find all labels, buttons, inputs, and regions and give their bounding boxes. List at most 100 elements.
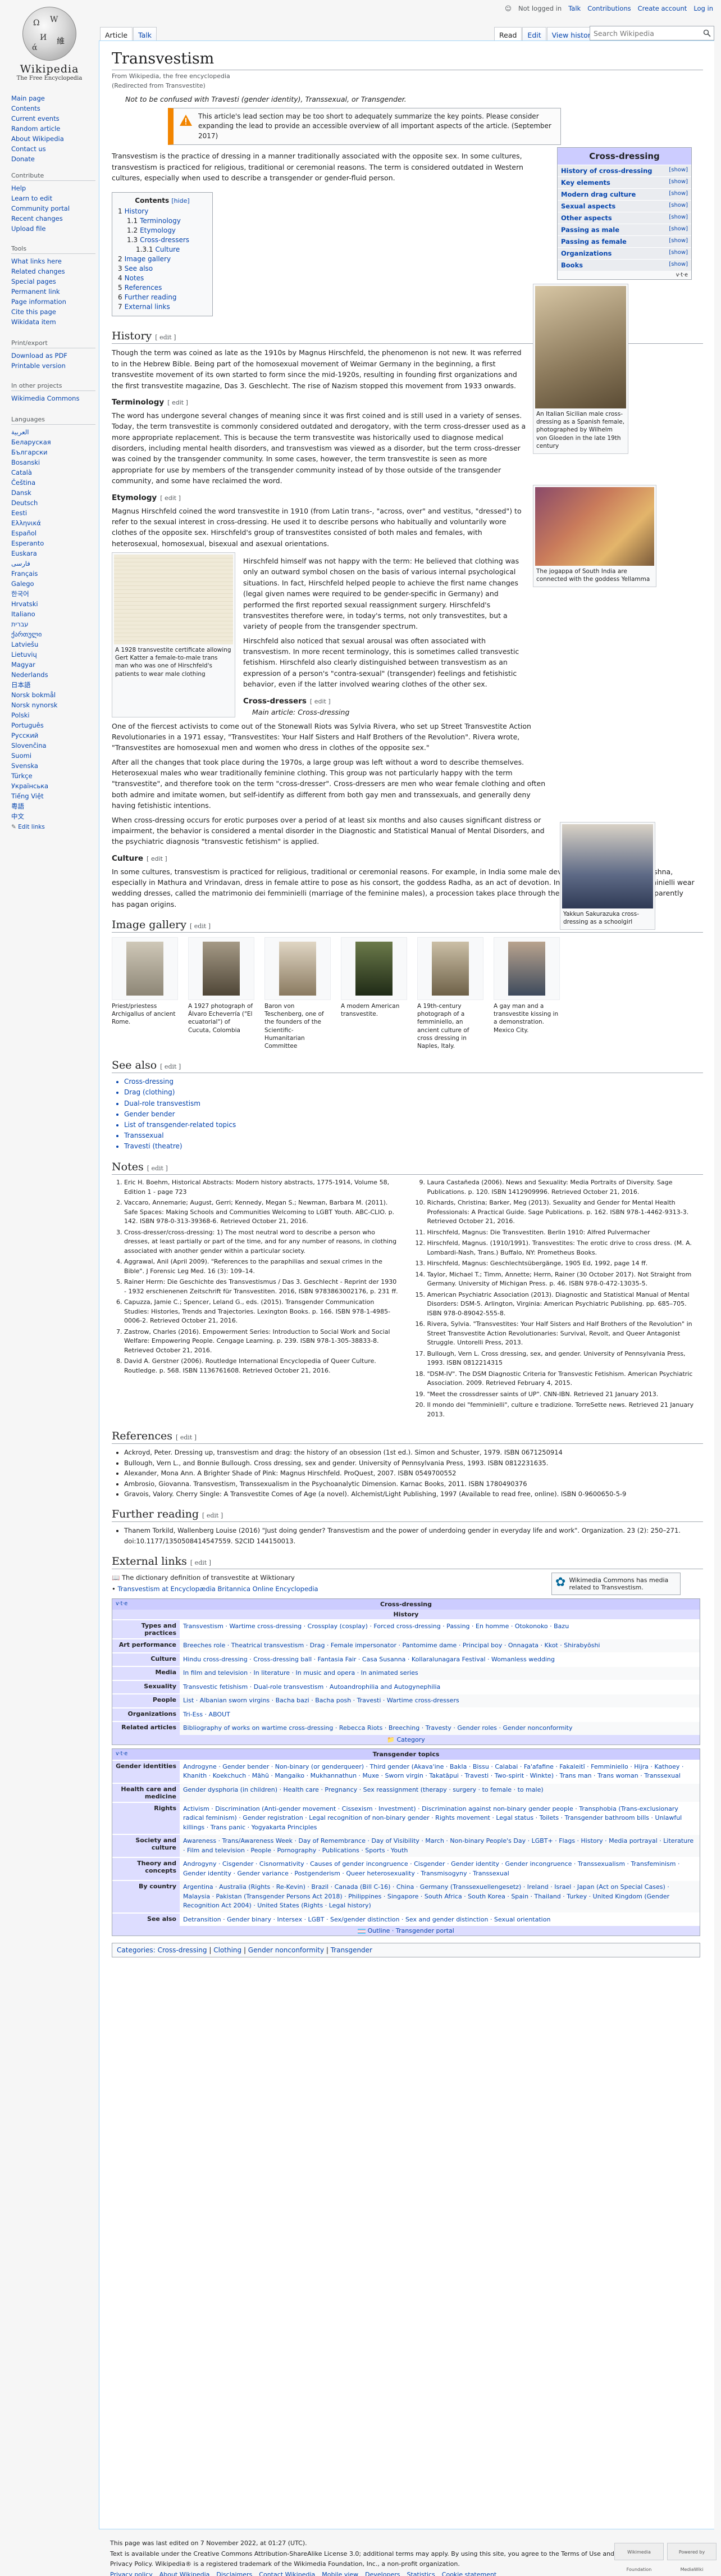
edit-link[interactable]: [ edit ] (190, 1559, 211, 1566)
row-label[interactable]: Books (561, 261, 583, 269)
navbox-group-links[interactable]: Gender dysphoria (in children) · Health … (180, 1783, 700, 1802)
wikimedia-logo[interactable]: Wikimedia Foundation (614, 2543, 664, 2572)
language-link[interactable]: فارسی (11, 558, 95, 569)
show-toggle[interactable]: [show] (669, 226, 688, 234)
language-link[interactable]: Nederlands (11, 670, 95, 680)
navbox-group-label[interactable]: Theory and concepts (112, 1858, 180, 1880)
navbox-subtitle[interactable]: History (112, 1610, 700, 1620)
navbox-group-links[interactable]: Argentina · Australia (Rights · Re-Kevin… (180, 1881, 700, 1912)
navbox-group-label[interactable]: Media (112, 1667, 180, 1680)
show-toggle[interactable]: [show] (669, 190, 688, 198)
gallery-item[interactable]: A 1927 photograph of Álvaro Echeverría (… (188, 937, 254, 1050)
language-link[interactable]: Беларуская (11, 437, 95, 447)
toc-item[interactable]: 5 References (118, 283, 207, 293)
toc-item[interactable]: 6 Further reading (118, 293, 207, 302)
language-link[interactable]: Euskara (11, 548, 95, 558)
show-toggle[interactable]: [show] (669, 261, 688, 269)
sidebar-collapsible-row[interactable]: Key elements [show] (558, 176, 691, 189)
navbox-group-label[interactable]: Types and practices (112, 1620, 180, 1639)
see-also-item[interactable]: Drag (clothing) (124, 1087, 703, 1098)
category-item[interactable]: Gender nonconformity (248, 1946, 324, 1954)
toc-label[interactable]: Notes (125, 274, 144, 282)
sidebar-item-contact[interactable]: Contact us (11, 144, 95, 154)
row-label[interactable]: Other aspects (561, 214, 612, 222)
edit-link[interactable]: [ edit ] (190, 923, 211, 930)
category-link[interactable]: 📁 Category (112, 1734, 700, 1744)
language-link[interactable]: العربية (11, 427, 95, 437)
language-link[interactable]: 中文 (11, 811, 95, 821)
edit-link[interactable]: [ edit ] (147, 855, 167, 862)
language-link[interactable]: Galego (11, 579, 95, 589)
toc-label[interactable]: History (125, 207, 149, 215)
sidebar-item-download-pdf[interactable]: Download as PDF (11, 351, 95, 361)
sidebar-item-permanent-link[interactable]: Permanent link (11, 287, 95, 297)
footer-link[interactable]: Contact Wikipedia (259, 2571, 315, 2576)
toc-label[interactable]: Terminology (140, 217, 181, 225)
tab-read[interactable]: Read (494, 27, 522, 42)
edit-link[interactable]: [ edit ] (160, 1063, 181, 1070)
toc-label[interactable]: Culture (156, 246, 180, 253)
toc-label[interactable]: Image gallery (125, 255, 171, 263)
toc-item[interactable]: 1.2 Etymology (118, 226, 207, 235)
sidebar-collapsible-row[interactable]: Books [show] (558, 259, 691, 271)
navbox-group-label[interactable]: Related articles (112, 1722, 180, 1735)
navbox-group-links[interactable]: Activism · Discrimination (Anti-gender m… (180, 1802, 700, 1834)
gallery-item[interactable]: A 19th-century photograph of a femminiel… (417, 937, 483, 1050)
row-label[interactable]: History of cross-dressing (561, 167, 652, 175)
show-toggle[interactable]: [show] (669, 167, 688, 175)
navbox-group-label[interactable]: By country (112, 1881, 180, 1912)
see-also-item[interactable]: Transsexual (124, 1130, 703, 1141)
contributions-link[interactable]: Contributions (587, 4, 631, 12)
language-link[interactable]: Eesti (11, 508, 95, 518)
language-link[interactable]: Magyar (11, 660, 95, 670)
language-link[interactable]: 粵語 (11, 801, 95, 811)
toc-label[interactable]: Further reading (125, 293, 177, 301)
show-toggle[interactable]: [show] (669, 214, 688, 222)
toc-item[interactable]: 1.3.1 Culture (118, 245, 207, 255)
sidebar-item-page-info[interactable]: Page information (11, 297, 95, 307)
footer-link[interactable]: Statistics (407, 2571, 435, 2576)
edit-links[interactable]: ✎ Edit links (11, 824, 95, 830)
language-link[interactable]: Norsk bokmål (11, 690, 95, 700)
edit-link[interactable]: [ edit ] (176, 1434, 197, 1441)
navbox-group-label[interactable]: Rights (112, 1802, 180, 1834)
language-link[interactable]: Dansk (11, 488, 95, 498)
navbox-group-links[interactable]: In film and television · In literature ·… (180, 1667, 700, 1680)
toc-item[interactable]: 1.3 Cross-dressers (118, 235, 207, 245)
sidebar-item-donate[interactable]: Donate (11, 154, 95, 164)
search-input[interactable] (590, 26, 714, 40)
language-link[interactable]: Français (11, 569, 95, 579)
navbox-group-links[interactable]: List · Albanian sworn virgins · Bacha ba… (180, 1694, 700, 1707)
navbox-group-label[interactable]: Society and culture (112, 1835, 180, 1857)
show-toggle[interactable]: [show] (669, 238, 688, 246)
sidebar-collapsible-row[interactable]: Other aspects [show] (558, 212, 691, 224)
toc-item[interactable]: 4 Notes (118, 274, 207, 283)
language-link[interactable]: עברית (11, 619, 95, 629)
photo-certificate[interactable] (114, 555, 233, 645)
language-link[interactable]: Català (11, 467, 95, 478)
toc-label[interactable]: External links (125, 303, 170, 311)
language-link[interactable]: Español (11, 528, 95, 538)
photo-schoolgirl[interactable] (562, 824, 653, 908)
language-link[interactable]: Norsk nynorsk (11, 700, 95, 710)
navbox-group-links[interactable]: Androgyny · Cisgender · Cisnormativity ·… (180, 1858, 700, 1880)
sidebar-item-commons[interactable]: Wikimedia Commons (11, 393, 95, 403)
navbox-group-label[interactable]: Sexuality (112, 1680, 180, 1694)
language-link[interactable]: Svenska (11, 761, 95, 771)
gallery-item[interactable]: Priest/priestess Archigallus of ancient … (112, 937, 178, 1050)
redirect-note[interactable]: (Redirected from Transvestite) (112, 82, 703, 89)
see-also-item[interactable]: Cross-dressing (124, 1076, 703, 1087)
navbox-group-label[interactable]: Health care and medicine (112, 1783, 180, 1802)
language-link[interactable]: Ελληνικά (11, 518, 95, 528)
language-link[interactable]: Български (11, 447, 95, 457)
toc-item[interactable]: 1.1 Terminology (118, 216, 207, 226)
sidebar-item-cite[interactable]: Cite this page (11, 307, 95, 317)
sidebar-item-recent-changes[interactable]: Recent changes (11, 213, 95, 224)
language-link[interactable]: Esperanto (11, 538, 95, 548)
sidebar-item-random-article[interactable]: Random article (11, 124, 95, 134)
row-label[interactable]: Passing as female (561, 238, 627, 246)
row-label[interactable]: Sexual aspects (561, 202, 615, 210)
sidebar-item-wikidata[interactable]: Wikidata item (11, 317, 95, 327)
photo-jogappa[interactable] (535, 487, 654, 566)
sidebar-item-community[interactable]: Community portal (11, 203, 95, 213)
